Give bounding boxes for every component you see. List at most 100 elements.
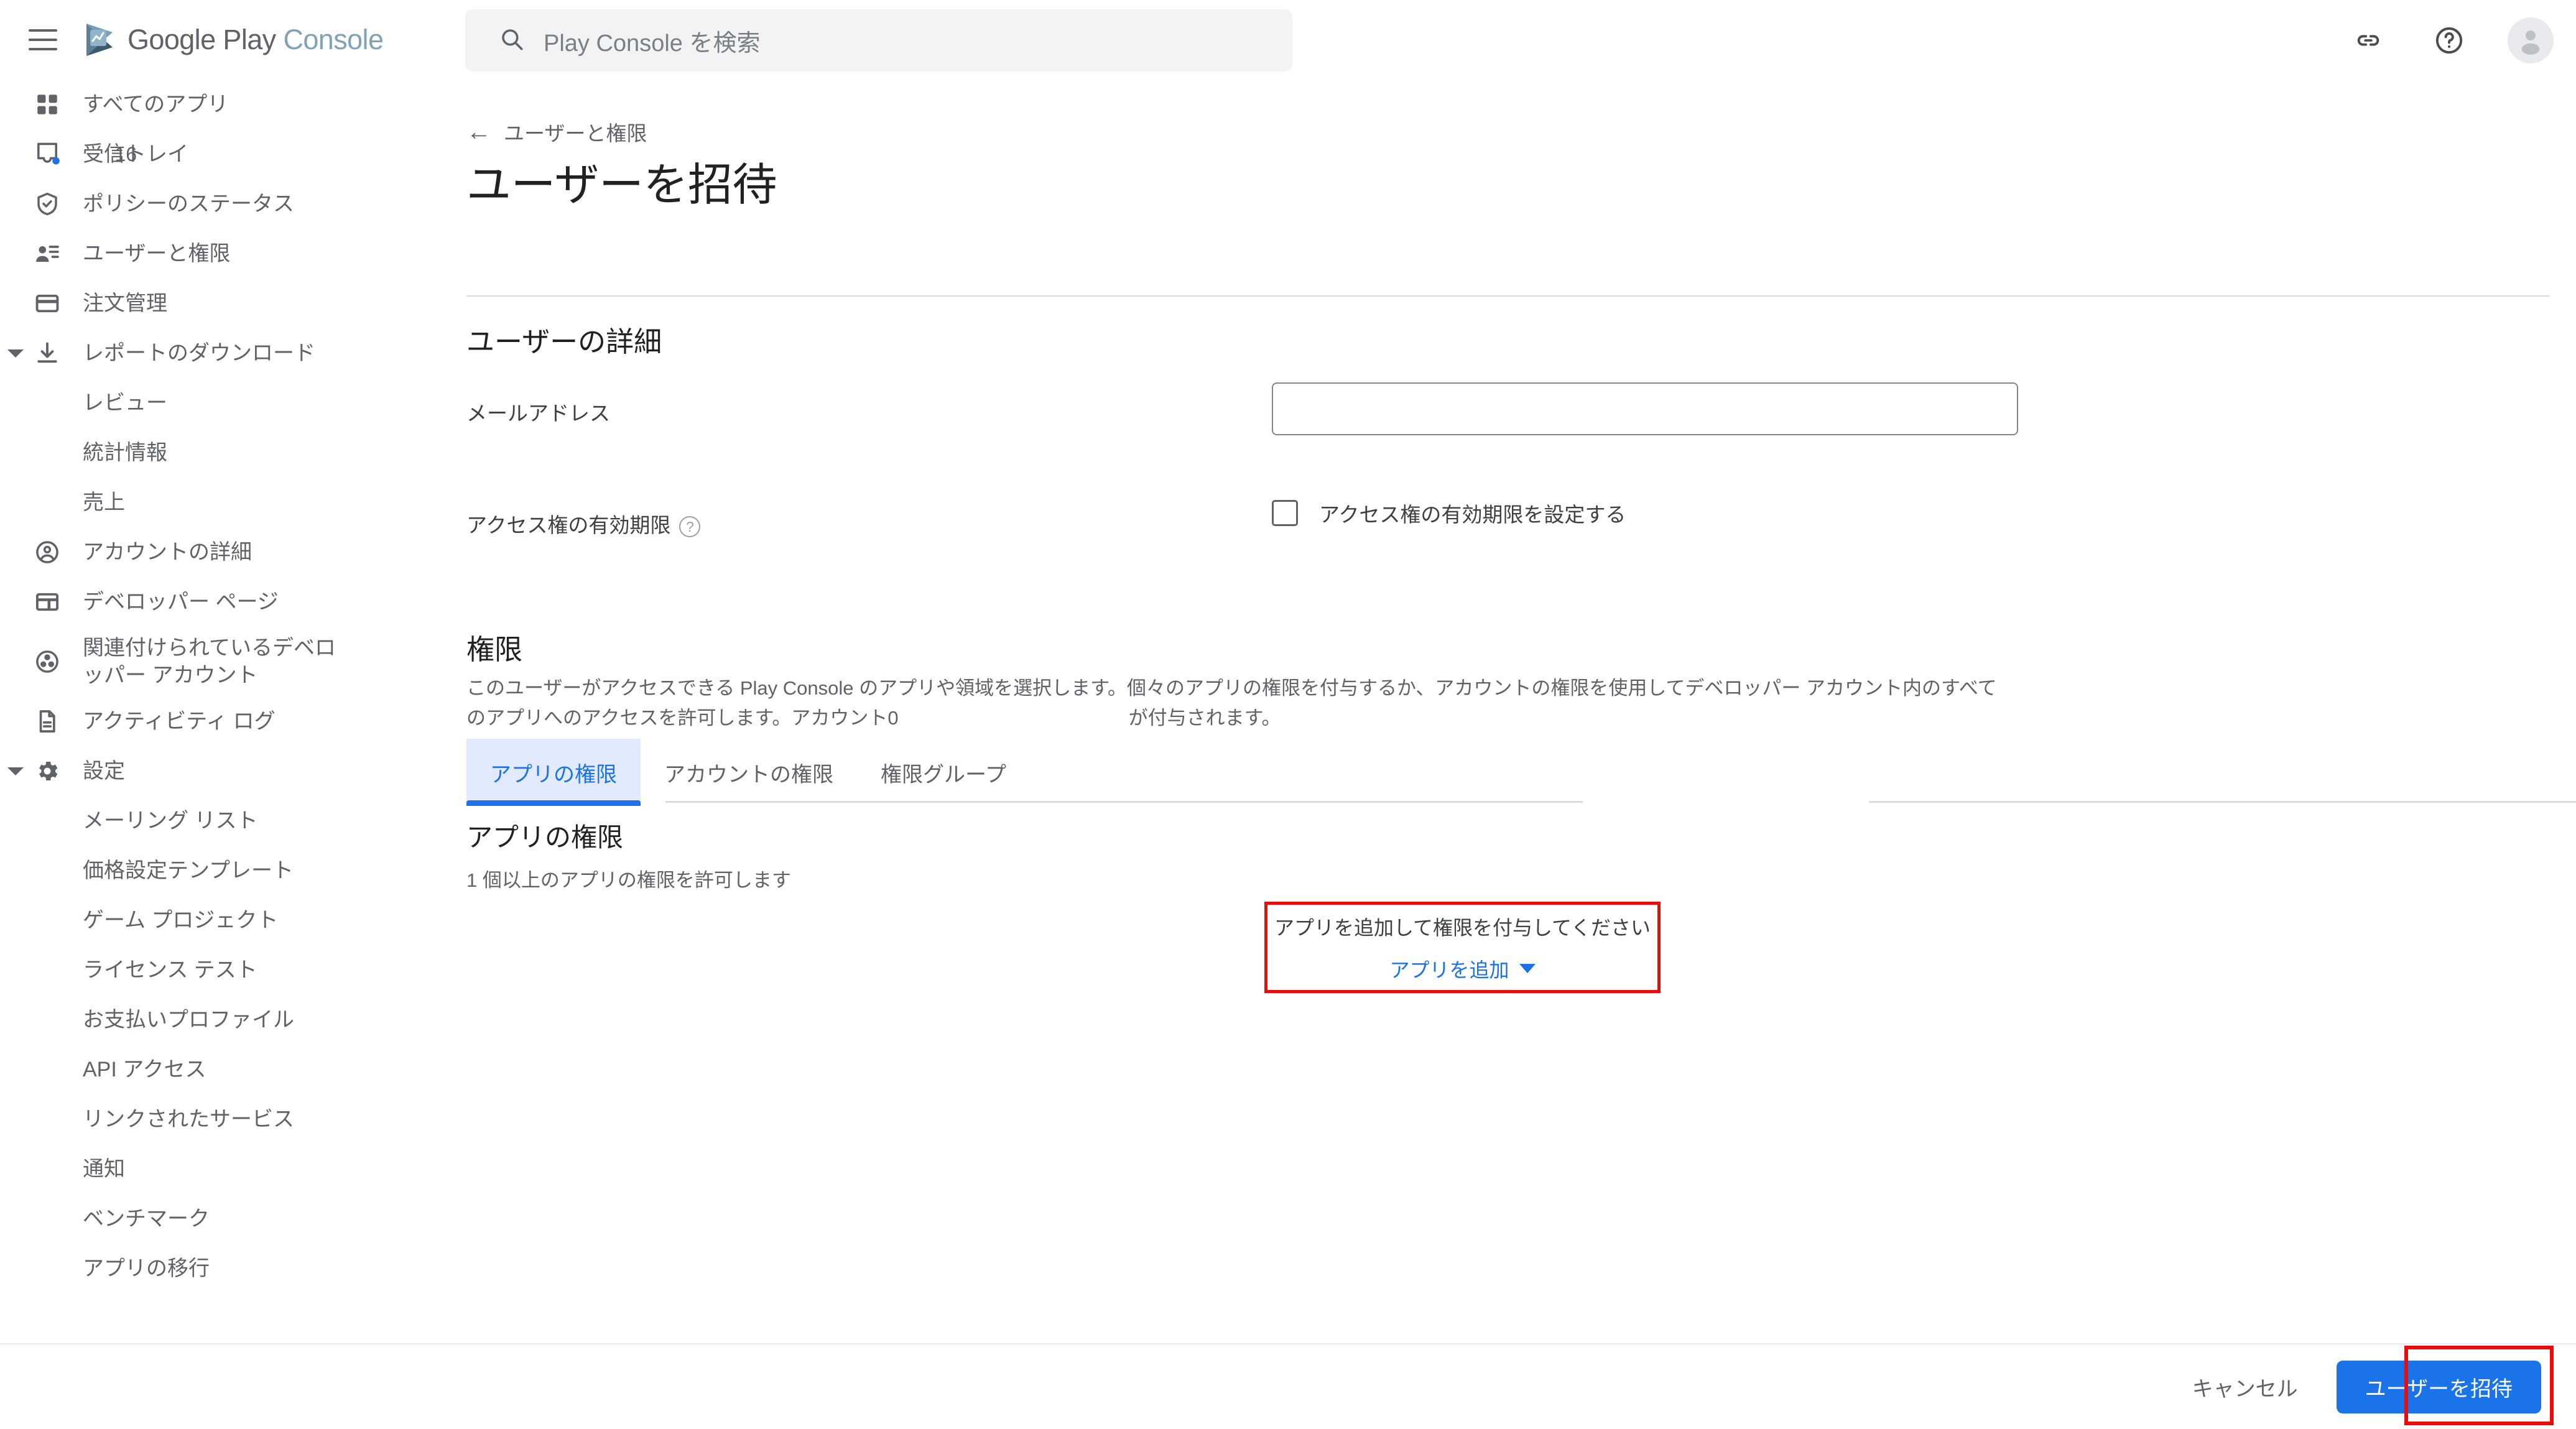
sidebar-navigation: すべてのアプリ 受信トレイ 16 ポリシーのステータス ユーザーと権限 注文管理… <box>0 80 435 1429</box>
tab-account-permissions[interactable]: アカウントの権限 <box>641 739 857 806</box>
sidebar-item-activity-log[interactable]: アクティビティ ログ <box>0 696 435 746</box>
sidebar-item-inbox[interactable]: 受信トレイ 16 <box>0 129 435 179</box>
invite-user-button[interactable]: ユーザーを招待 <box>2336 1360 2541 1413</box>
link-icon[interactable] <box>2346 18 2391 63</box>
breadcrumb-label[interactable]: ユーザーと権限 <box>504 117 647 147</box>
sidebar-item-label: ユーザーと権限 <box>83 241 231 266</box>
tab-app-permissions[interactable]: アプリの権限 <box>466 739 641 806</box>
account-circle-icon <box>34 539 69 565</box>
sidebar-item-reviews[interactable]: レビュー <box>0 378 435 428</box>
sidebar-item-linked-developer-accounts[interactable]: 関連付けられているデベロッパー アカウント <box>0 627 435 696</box>
sidebar-item-label: ゲーム プロジェクト <box>83 908 279 932</box>
user-details-heading: ユーザーの詳細 <box>466 326 662 358</box>
sidebar-item-benchmarks[interactable]: ベンチマーク <box>0 1194 435 1244</box>
cancel-button[interactable]: キャンセル <box>2192 1372 2298 1402</box>
permissions-tabs: アプリの権限 アカウントの権限 権限グループ <box>466 739 1030 806</box>
sidebar-item-label: 売上 <box>83 490 125 514</box>
expiry-checkbox-row[interactable]: アクセス権の有効期限を設定する <box>1272 498 1626 528</box>
sidebar-item-policy-status[interactable]: ポリシーのステータス <box>0 179 435 229</box>
shield-check-icon <box>34 191 69 217</box>
sidebar-item-label: メーリング リスト <box>83 808 258 833</box>
sidebar-item-download-reports[interactable]: レポートのダウンロード <box>0 328 435 378</box>
bottom-action-bar: キャンセル ユーザーを招待 <box>0 1343 2576 1429</box>
page-title: ユーザーを招待 <box>466 160 777 210</box>
chevron-down-icon <box>1519 964 1536 973</box>
sidebar-item-label: 通知 <box>83 1157 125 1181</box>
help-circle-icon[interactable]: ? <box>679 516 701 538</box>
header-divider <box>466 295 2550 297</box>
email-label: メールアドレス <box>466 402 610 425</box>
tab-label: アカウントの権限 <box>664 762 833 787</box>
permissions-description: このユーザーがアクセスできる Play Console のアプリや領域を選択しま… <box>466 673 2009 733</box>
help-circle-icon[interactable] <box>2427 18 2472 63</box>
sidebar-item-license-testing[interactable]: ライセンス テスト <box>0 945 435 995</box>
sidebar-item-payment-profile[interactable]: お支払いプロファイル <box>0 995 435 1045</box>
hamburger-menu-icon[interactable] <box>29 29 57 50</box>
sidebar-item-revenue[interactable]: 売上 <box>0 478 435 527</box>
chevron-down-icon[interactable] <box>7 349 24 358</box>
main-content: ← ユーザーと権限 ユーザーを招待 ユーザーの詳細 メールアドレス アクセス権の… <box>435 80 2576 1429</box>
expiry-checkbox-label: アクセス権の有効期限を設定する <box>1319 503 1626 526</box>
sidebar-item-label: リンクされたサービス <box>83 1107 294 1131</box>
sidebar-item-label: アプリの移行 <box>83 1256 210 1280</box>
brand-logo[interactable]: Google Play Console <box>85 19 384 61</box>
search-input[interactable]: Play Console を検索 <box>465 9 1292 72</box>
sidebar-item-label: アクティビティ ログ <box>83 709 276 733</box>
app-permissions-title: アプリの権限 <box>466 823 624 852</box>
sidebar-item-users-and-permissions[interactable]: ユーザーと権限 <box>0 229 435 279</box>
sidebar-item-label: 価格設定テンプレート <box>83 858 294 882</box>
sidebar-item-label: レポートのダウンロード <box>83 341 315 365</box>
grid-apps-icon <box>34 91 69 118</box>
sidebar-item-all-apps[interactable]: すべてのアプリ <box>0 80 435 129</box>
chevron-down-icon[interactable] <box>7 767 24 775</box>
expiry-checkbox[interactable] <box>1272 500 1298 526</box>
permissions-description-part2: が付与されます。 <box>1128 707 1281 729</box>
sidebar-item-label: デベロッパー ページ <box>83 590 279 614</box>
tab-label: アプリの権限 <box>490 762 617 787</box>
sidebar-item-notifications[interactable]: 通知 <box>0 1144 435 1194</box>
expiry-label: アクセス権の有効期限? <box>466 509 701 539</box>
download-icon <box>34 340 69 366</box>
inbox-count-badge: 16 <box>114 142 137 165</box>
sidebar-item-label: ポリシーのステータス <box>83 192 294 216</box>
account-avatar-icon[interactable] <box>2508 17 2554 63</box>
sidebar-item-label: 統計情報 <box>83 440 167 465</box>
sidebar-item-developer-page[interactable]: デベロッパー ページ <box>0 577 435 627</box>
sidebar-item-linked-services[interactable]: リンクされたサービス <box>0 1094 435 1144</box>
sidebar-item-order-management[interactable]: 注文管理 <box>0 279 435 328</box>
sidebar-item-api-access[interactable]: API アクセス <box>0 1045 435 1094</box>
sidebar-item-label: ベンチマーク <box>83 1206 210 1231</box>
sidebar-item-game-projects[interactable]: ゲーム プロジェクト <box>0 895 435 945</box>
breadcrumb[interactable]: ← ユーザーと権限 <box>466 117 647 147</box>
expiry-label-text: アクセス権の有効期限 <box>466 514 671 537</box>
sidebar-item-label: 設定 <box>83 759 125 783</box>
tabs-divider-right <box>1869 801 2576 803</box>
sidebar-item-app-migration[interactable]: アプリの移行 <box>0 1244 435 1293</box>
sidebar-item-pricing-templates[interactable]: 価格設定テンプレート <box>0 846 435 895</box>
credit-card-icon <box>34 290 69 317</box>
add-app-empty-state: アプリを追加して権限を付与してください アプリを追加 <box>1264 902 1661 993</box>
email-field[interactable] <box>1272 382 2018 435</box>
sidebar-item-mailing-lists[interactable]: メーリング リスト <box>0 796 435 846</box>
add-app-button[interactable]: アプリを追加 <box>1389 955 1536 983</box>
add-app-label: アプリを追加 <box>1389 958 1509 981</box>
linked-accounts-icon <box>34 649 69 675</box>
sidebar-item-label: ライセンス テスト <box>83 958 257 982</box>
sidebar-item-statistics[interactable]: 統計情報 <box>0 428 435 478</box>
tab-permission-groups[interactable]: 権限グループ <box>857 739 1030 806</box>
gear-icon <box>34 758 69 784</box>
top-bar-actions <box>2346 17 2554 63</box>
tabs-divider-left <box>665 801 1583 803</box>
back-arrow-icon[interactable]: ← <box>466 119 491 144</box>
sidebar-item-account-details[interactable]: アカウントの詳細 <box>0 527 435 577</box>
inbox-icon <box>34 141 69 168</box>
sidebar-item-settings[interactable]: 設定 <box>0 746 435 796</box>
search-placeholder: Play Console を検索 <box>544 30 761 57</box>
google-play-icon <box>85 22 118 57</box>
search-icon <box>499 26 525 55</box>
sidebar-item-label: API アクセス <box>83 1057 206 1081</box>
brand-primary-text: Google Play <box>127 24 276 55</box>
permissions-heading: 権限 <box>466 634 523 665</box>
sidebar-item-label: 注文管理 <box>83 291 167 315</box>
sidebar-item-label: アカウントの詳細 <box>83 540 252 564</box>
